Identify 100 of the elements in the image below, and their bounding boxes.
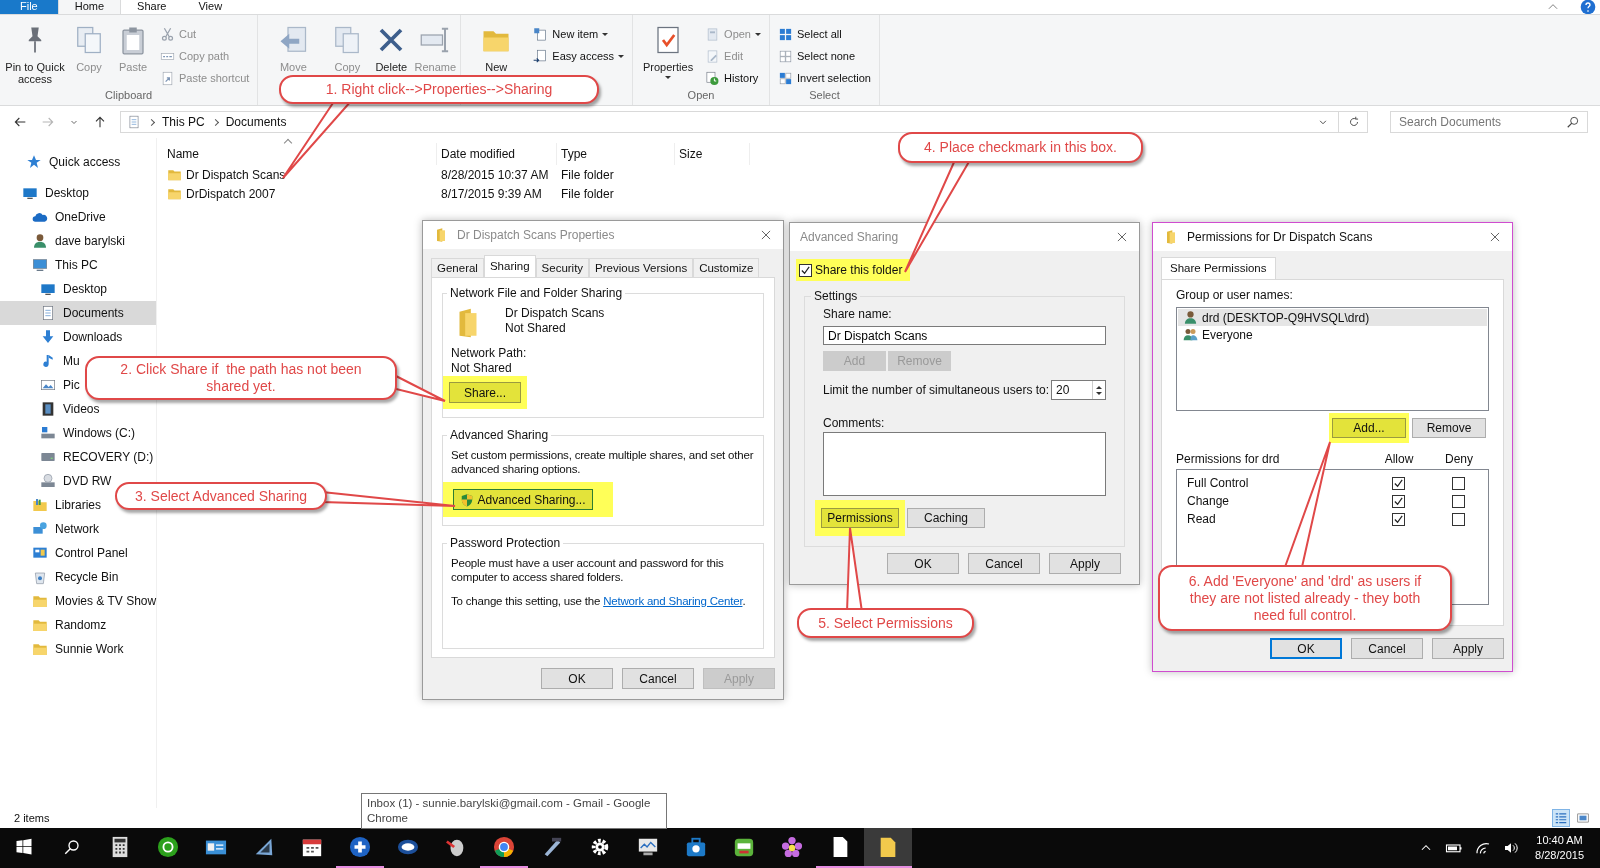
column-header[interactable]: Type [557,143,675,165]
ribbon-button[interactable]: New [465,19,528,73]
help-icon[interactable] [1580,0,1596,15]
nav-item[interactable]: Libraries [0,495,104,515]
tab[interactable]: Previous Versions [589,258,694,277]
paste-shortcut-icon [160,70,175,86]
nav-item[interactable]: Documents [0,301,156,325]
user-item[interactable]: Everyone [1178,326,1487,343]
ribbon-button[interactable]: Properties [637,19,700,79]
nav-item[interactable]: Sunnie Work [0,639,126,659]
ribbon-button[interactable]: Select none [778,47,871,65]
checkbox[interactable] [1391,476,1405,490]
file-name[interactable]: DrDispatch 2007 [167,186,437,201]
nav-item[interactable]: Desktop [0,183,92,203]
share-button[interactable]: Share... [449,382,521,403]
nav-item[interactable]: dave barylski [0,231,128,251]
dialog-button[interactable]: Permissions [821,508,899,528]
dialog-button[interactable]: Remove [1412,418,1486,438]
nav-item[interactable]: OneDrive [0,207,108,227]
ribbon-button[interactable]: History [705,69,761,87]
description: To change this setting, use the Network and Sharing Center. [451,594,747,608]
checkbox[interactable] [799,263,812,277]
dialog-button[interactable]: OK [887,553,959,574]
dialog-button[interactable]: Apply [1049,553,1121,574]
nav-item[interactable]: Recycle Bin [0,567,121,587]
dialog-button[interactable]: Caching [907,508,985,528]
nav-item[interactable]: DVD RW [0,471,114,491]
ribbon-tab[interactable]: Home [57,0,122,14]
breadcrumb[interactable]: This PC [162,115,205,129]
table-cell-text: File folder [560,186,615,201]
column-header[interactable]: Size [675,143,750,165]
field-label: Network Path: [451,346,528,361]
nav-item[interactable]: Pic [0,375,82,395]
ribbon-button[interactable]: New item [533,25,625,43]
ribbon-button[interactable]: Select all [778,25,871,43]
file-name[interactable]: Dr Dispatch Scans [167,167,437,182]
close-icon[interactable] [1115,230,1129,244]
search-icon [1566,115,1580,129]
tab[interactable]: Sharing [483,255,536,277]
number-spinner[interactable]: 20 [1051,380,1106,400]
checkbox[interactable] [1451,512,1465,526]
nav-item[interactable]: Videos [0,399,102,419]
select-all-icon [778,26,793,42]
nav-item[interactable]: Windows (C:) [0,423,137,443]
dialog-button[interactable]: Cancel [622,668,694,689]
ribbon-tab[interactable]: File [0,0,58,14]
cut-icon [160,26,175,42]
checkbox[interactable] [1391,494,1405,508]
close-icon[interactable] [759,228,773,242]
ribbon-button[interactable]: Invert selection [778,69,871,87]
view-button[interactable] [1552,809,1570,827]
desktop-icon [40,281,56,297]
checkbox[interactable] [1451,494,1465,508]
field-label: Share name: [823,307,893,321]
tab[interactable]: Customize [693,258,760,277]
ribbon-button[interactable]: Easy access [533,47,625,65]
taskbar-button[interactable] [864,828,912,868]
tab[interactable]: General [431,258,484,277]
folder-icon [32,641,48,657]
clock[interactable]: 10:40 AM 8/28/2015 [1535,833,1584,863]
nav-item[interactable]: Quick access [0,152,123,172]
nav-item[interactable]: Movies & TV Show [0,591,159,611]
checkbox[interactable] [1391,512,1405,526]
share-name-field[interactable]: Dr Dispatch Scans [823,326,1106,345]
dialog-button[interactable]: OK [541,668,613,689]
column-header[interactable]: Date modified [437,143,557,165]
dialog-button[interactable]: Apply [1432,638,1504,659]
large-icons-view-icon [1576,811,1590,825]
search-field[interactable]: Search Documents [1390,111,1588,133]
wifi-icon[interactable] [1475,840,1492,856]
nav-item[interactable]: Network [0,519,101,539]
advanced-sharing-button[interactable]: Advanced Sharing... [453,489,593,510]
nav-item[interactable]: Control Panel [0,543,130,563]
nav-item[interactable]: Desktop [0,279,110,299]
refresh-icon[interactable] [1347,115,1361,129]
ribbon-button[interactable]: Pin to Quick access [4,19,66,85]
checkbox[interactable] [1451,476,1465,490]
user-item[interactable]: drd (DESKTOP-Q9HVSQL\drd) [1178,309,1487,326]
ribbon-button[interactable]: Delete [370,19,413,73]
nav-item[interactable]: This PC [0,255,100,275]
comments-field[interactable] [823,432,1106,496]
dialog-button[interactable]: OK [1270,638,1342,659]
tab[interactable]: Security [535,258,590,277]
dialog-button[interactable]: Cancel [1351,638,1423,659]
folder-icon [167,167,182,182]
speaker-icon[interactable] [1503,840,1520,856]
group-label: Clipboard [105,89,153,101]
dialog-button[interactable]: Cancel [968,553,1040,574]
tab[interactable]: Share Permissions [1161,257,1276,279]
nav-item[interactable]: Randomz [0,615,109,635]
nav-item[interactable]: Mu [0,351,82,371]
nav-item[interactable]: RECOVERY (D:) [0,447,156,467]
breadcrumb[interactable]: Documents [225,115,287,129]
close-icon[interactable] [1488,230,1502,244]
dialog-button[interactable]: Add... [1332,418,1406,438]
window-title: Permissions for Dr Dispatch Scans [1187,230,1373,244]
nav-item[interactable]: Downloads [0,327,125,347]
callout: 1. Right click-->Properties-->Sharing [279,75,599,104]
ribbon-tab[interactable]: View [182,0,239,14]
ribbon-tab[interactable]: Share [121,0,183,14]
